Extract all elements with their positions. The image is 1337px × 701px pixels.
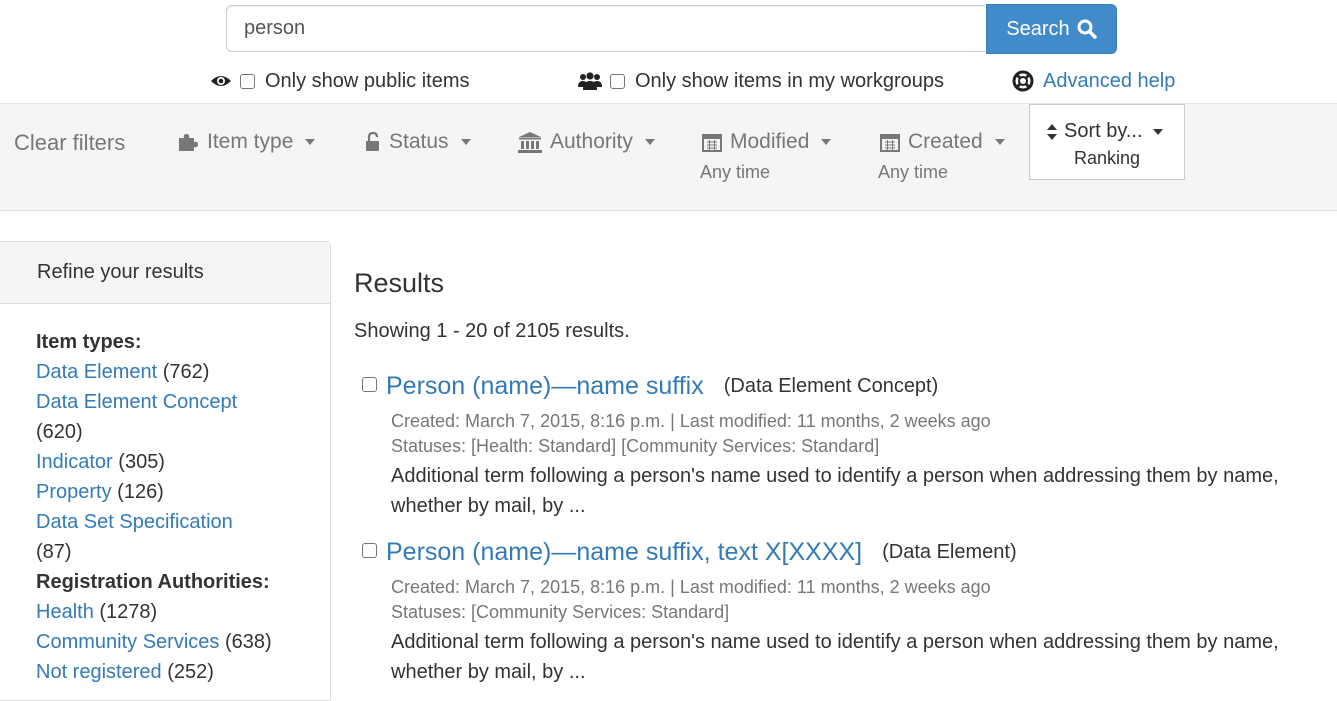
chevron-down-icon [821,139,832,145]
workgroup-items-option[interactable]: Only show items in my workgroups [578,66,944,96]
facet-item: Property (126) [36,477,272,507]
facet-link-property[interactable]: Property [36,481,112,503]
result-select-checkbox[interactable] [362,543,377,558]
result-description-line: whether by mail, by ... [391,661,586,683]
facet-count: (126) [117,481,164,503]
authority-filter[interactable]: Authority [518,130,655,154]
result-item: Person (name)—name suffix (Data Element … [386,372,938,401]
public-items-checkbox[interactable] [240,73,255,89]
facet-link-data-set-specification[interactable]: Data Set Specification [36,511,233,533]
result-type: (Data Element Concept) [723,375,939,397]
sort-by-value: Ranking [1073,148,1141,168]
item-type-label: Item type [207,130,294,153]
public-items-option[interactable]: Only show public items [210,66,470,96]
facet-count: (252) [167,661,214,683]
sort-by-dropdown[interactable]: Sort by... Ranking [1029,104,1185,180]
facet-link-health[interactable]: Health [36,601,94,623]
result-title-link[interactable]: Person (name)—name suffix, text X[XXXX] [386,538,862,567]
facet-count: (620) [36,421,83,443]
calendar-icon [880,134,900,152]
result-type: (Data Element) [882,541,1017,563]
advanced-help-link[interactable]: Advanced help [1012,66,1175,96]
facet-link-not-registered[interactable]: Not registered [36,661,162,683]
facet-count: (1278) [99,601,158,623]
facet-item: Data Set Specification [36,507,272,537]
result-description: Additional term following a person's nam… [391,627,1331,687]
result-meta: Created: March 7, 2015, 8:16 p.m. | Last… [391,577,991,597]
status-label: Status [389,130,449,153]
facet-count: (305) [118,451,165,473]
search-icon [1077,19,1097,39]
advanced-help-label[interactable]: Advanced help [1043,70,1175,93]
result-select-checkbox[interactable] [362,377,377,392]
calendar-icon [702,134,722,152]
clear-filters-label: Clear filters [14,130,126,155]
chevron-down-icon [305,139,316,145]
facet-link-indicator[interactable]: Indicator [36,451,113,473]
chevron-down-icon [1152,128,1163,135]
facet-item-count-row: (87) [36,537,272,567]
result-item: Person (name)—name suffix, text X[XXXX] … [386,538,1017,567]
result-statuses: Statuses: [Community Services: Standard] [391,602,730,622]
facet-item: Community Services (638) [36,627,272,657]
authorities-heading: Registration Authorities: [36,571,270,593]
public-items-label: Only show public items [265,69,470,92]
authority-label: Authority [550,130,633,153]
item-type-filter[interactable]: Item type [177,130,316,154]
facet-link-community-services[interactable]: Community Services [36,631,219,653]
users-icon [578,72,602,90]
sort-by-label: Sort by... [1064,120,1143,142]
chevron-down-icon [644,139,655,145]
search-input[interactable] [226,5,985,52]
facet-item: Indicator (305) [36,447,272,477]
sidebar-title: Refine your results [0,242,330,304]
status-filter[interactable]: Status [365,130,471,154]
facet-count: (638) [224,631,272,653]
facet-item: Not registered (252) [36,657,272,687]
item-types-facet: Item types: Data Element (762) Data Elem… [36,327,272,687]
created-label: Created [908,130,983,153]
created-sub-label: Any time [878,162,949,182]
chevron-down-icon [460,139,471,145]
modified-sub-label: Any time [700,162,771,182]
modified-label: Modified [730,130,810,153]
result-description-line: Additional term following a person's nam… [391,631,1279,653]
life-ring-icon [1012,70,1034,92]
workgroup-items-checkbox[interactable] [610,73,625,89]
results-count: Showing 1 - 20 of 2105 results. [354,320,630,342]
facet-item: Data Element Concept [36,387,272,417]
search-button[interactable]: Search [986,4,1117,54]
search-button-label: Search [1006,17,1070,40]
created-filter[interactable]: Created [880,130,1005,154]
chevron-down-icon [994,139,1005,145]
facet-item: Data Element (762) [36,357,272,387]
result-description: Additional term following a person's nam… [391,461,1331,521]
result-title-link[interactable]: Person (name)—name suffix [386,372,704,401]
sort-icon [1047,123,1057,140]
results-title: Results [354,268,445,298]
institution-icon [518,132,542,153]
result-statuses: Statuses: [Health: Standard] [Community … [391,436,880,456]
eye-icon [211,76,231,86]
facet-count: (87) [36,541,72,563]
result-description-line: whether by mail, by ... [391,495,586,517]
item-types-heading: Item types: [36,331,142,353]
unlock-icon [366,132,379,151]
result-description-line: Additional term following a person's nam… [391,465,1279,487]
facet-item-count-row: (620) [36,417,272,447]
workgroup-items-label: Only show items in my workgroups [635,69,944,92]
puzzle-icon [179,134,198,151]
modified-filter[interactable]: Modified [702,130,832,154]
facet-link-data-element[interactable]: Data Element [36,361,157,383]
facet-item: Health (1278) [36,597,272,627]
clear-filters-button[interactable]: Clear filters [14,130,125,156]
facet-count: (762) [162,361,210,383]
facet-link-data-element-concept[interactable]: Data Element Concept [36,391,237,413]
result-meta: Created: March 7, 2015, 8:16 p.m. | Last… [391,411,991,431]
